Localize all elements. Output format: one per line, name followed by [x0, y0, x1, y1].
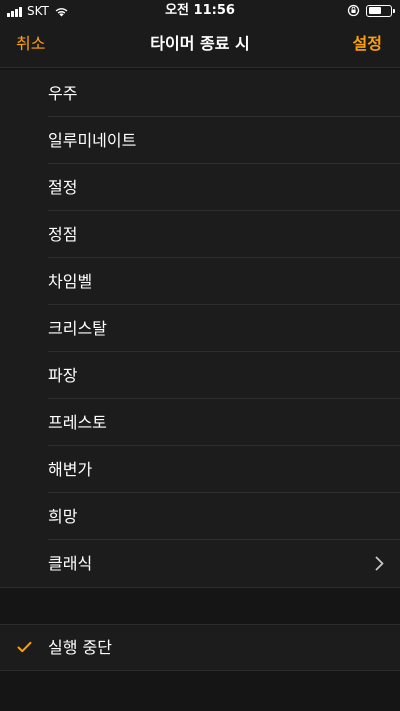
battery-icon [366, 4, 395, 17]
sound-item[interactable]: 해변가 [0, 446, 400, 493]
sound-list: 우주 일루미네이트 절정 정점 차임벨 크리스탈 파장 프레스토 해변가 희망 … [0, 70, 400, 588]
sound-item[interactable]: 희망 [0, 493, 400, 540]
sound-item[interactable]: 파장 [0, 352, 400, 399]
battery-level [368, 7, 382, 14]
sound-item-label: 프레스토 [48, 412, 107, 432]
chevron-right-icon [375, 556, 384, 571]
sound-item-label: 정점 [48, 224, 78, 244]
sound-item-label: 희망 [48, 506, 78, 526]
sound-item[interactable]: 크리스탈 [0, 305, 400, 352]
navigation-bar: 취소 타이머 종료 시 설정 [0, 22, 400, 68]
sound-item-label: 클래식 [48, 553, 93, 573]
sound-item-label: 차임벨 [48, 271, 93, 291]
sound-item[interactable]: 절정 [0, 164, 400, 211]
sound-item-label: 크리스탈 [48, 318, 107, 338]
status-right [347, 4, 395, 17]
sound-item-label: 일루미네이트 [48, 130, 137, 150]
sound-item[interactable]: 우주 [0, 70, 400, 117]
checkmark-icon [17, 641, 32, 653]
sound-item[interactable]: 일루미네이트 [0, 117, 400, 164]
sound-item-label: 해변가 [48, 459, 93, 479]
sound-item[interactable]: 차임벨 [0, 258, 400, 305]
classic-sounds-item[interactable]: 클래식 [0, 540, 400, 587]
page-title: 타이머 종료 시 [150, 34, 250, 53]
set-button[interactable]: 설정 [353, 34, 382, 54]
sound-item-label: 우주 [48, 83, 78, 103]
sound-item[interactable]: 정점 [0, 211, 400, 258]
sound-item[interactable]: 프레스토 [0, 399, 400, 446]
orientation-lock-icon [347, 4, 360, 17]
sound-item-label: 절정 [48, 177, 78, 197]
sound-item-label: 파장 [48, 365, 78, 385]
status-bar: SKT 오전 11:56 [0, 0, 400, 22]
status-time: 오전 11:56 [165, 3, 235, 18]
stop-playing-label: 실행 중단 [48, 638, 112, 657]
stop-playing-option[interactable]: 실행 중단 [0, 624, 400, 671]
